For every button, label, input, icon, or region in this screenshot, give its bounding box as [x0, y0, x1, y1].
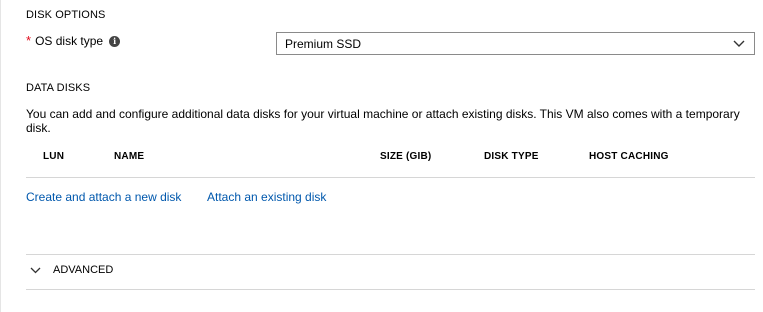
- advanced-label: ADVANCED: [53, 264, 114, 276]
- os-disk-type-label: * OS disk type i: [26, 33, 121, 48]
- column-header-disk-type: DISK TYPE: [484, 151, 539, 162]
- chevron-down-icon: [733, 40, 745, 47]
- table-divider: [26, 177, 755, 178]
- advanced-toggle[interactable]: ADVANCED: [30, 264, 113, 276]
- disks-page: DISK OPTIONS * OS disk type i Premium SS…: [0, 0, 763, 312]
- disk-options-title: DISK OPTIONS: [26, 9, 106, 21]
- os-disk-type-select[interactable]: Premium SSD: [276, 32, 755, 55]
- chevron-down-icon: [30, 267, 41, 274]
- column-header-host-caching: HOST CACHING: [589, 151, 669, 162]
- column-header-name: NAME: [114, 151, 145, 162]
- data-disks-description: You can add and configure additional dat…: [26, 107, 740, 135]
- attach-existing-disk-link[interactable]: Attach an existing disk: [207, 190, 326, 204]
- left-divider: [0, 0, 1, 312]
- data-disks-title: DATA DISKS: [26, 82, 91, 94]
- create-attach-disk-link[interactable]: Create and attach a new disk: [26, 190, 181, 204]
- column-header-lun: LUN: [43, 151, 65, 162]
- info-icon[interactable]: i: [109, 35, 121, 47]
- os-disk-type-value: Premium SSD: [285, 37, 362, 51]
- os-disk-type-label-text: OS disk type: [35, 34, 104, 48]
- required-marker: *: [26, 33, 32, 48]
- advanced-top-divider: [26, 254, 755, 255]
- column-header-size: SIZE (GIB): [380, 151, 432, 162]
- advanced-bottom-divider: [26, 289, 755, 290]
